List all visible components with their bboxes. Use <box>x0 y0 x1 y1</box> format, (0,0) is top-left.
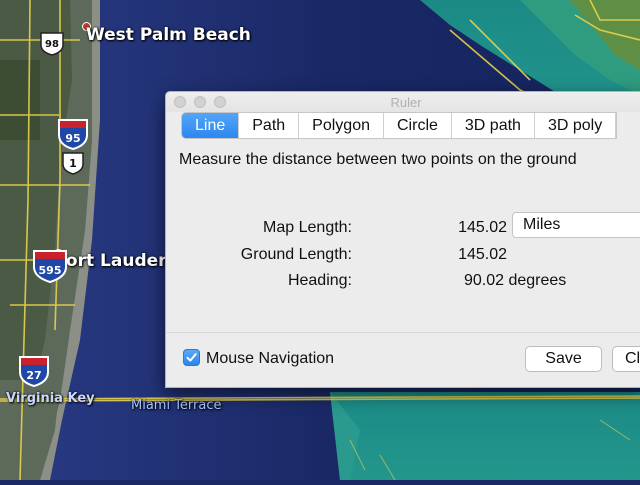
map-length-label: Map Length: <box>263 219 352 236</box>
ruler-window: Ruler Line Path Polygon Circle 3D path 3… <box>165 91 640 388</box>
ground-length-value: 145.02 <box>458 246 507 263</box>
interstate-95-shield-icon: 95 <box>58 119 88 150</box>
measure-description: Measure the distance between two points … <box>179 151 577 168</box>
title-bar[interactable]: Ruler <box>166 92 640 112</box>
heading-label: Heading: <box>287 272 352 289</box>
west-palm-beach-label[interactable]: West Palm Beach <box>86 25 251 45</box>
interstate-595-number: 595 <box>39 264 62 277</box>
measure-mode-tabs: Line Path Polygon Circle 3D path 3D poly <box>181 112 618 139</box>
route-27-number: 27 <box>26 369 41 382</box>
tab-polygon[interactable]: Polygon <box>299 113 384 138</box>
heading-value: 90.02 degrees <box>464 272 567 289</box>
unit-select[interactable]: Miles <box>512 212 640 238</box>
checkmark-icon <box>186 353 197 362</box>
us-route-98-shield-icon: 98 <box>40 32 64 56</box>
clear-button[interactable]: Cl <box>612 346 640 372</box>
mouse-navigation-checkbox[interactable] <box>183 349 200 366</box>
us-route-98-number: 98 <box>45 39 59 50</box>
us-route-1-shield-icon: 1 <box>62 152 84 175</box>
interstate-595-shield-icon: 595 <box>33 250 67 283</box>
miami-terrace-label[interactable]: Miami Terrace <box>131 398 222 413</box>
tab-3d-path[interactable]: 3D path <box>452 113 535 138</box>
virginia-key-label[interactable]: Virginia Key <box>6 391 95 406</box>
mouse-navigation-label[interactable]: Mouse Navigation <box>206 350 334 368</box>
fort-lauderdale-label[interactable]: Fort Lauderd <box>55 251 179 271</box>
route-27-shield-icon: 27 <box>19 356 49 387</box>
tab-3d-polygon[interactable]: 3D poly <box>535 113 617 138</box>
us-route-1-number: 1 <box>69 157 77 170</box>
tab-path[interactable]: Path <box>239 113 300 138</box>
tab-circle[interactable]: Circle <box>384 113 452 138</box>
window-title: Ruler <box>390 95 422 110</box>
interstate-95-number: 95 <box>65 132 80 145</box>
save-button[interactable]: Save <box>525 346 602 372</box>
ground-length-label: Ground Length: <box>240 246 352 263</box>
tab-line[interactable]: Line <box>182 113 240 138</box>
map-length-value: 145.02 <box>458 219 507 236</box>
